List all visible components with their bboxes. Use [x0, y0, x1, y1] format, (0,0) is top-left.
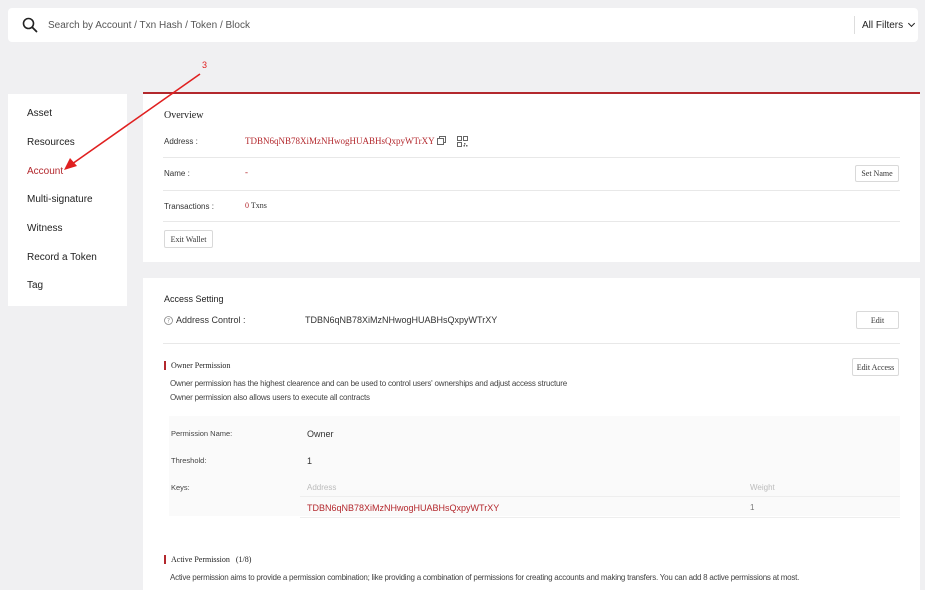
threshold-value: 1 [307, 456, 313, 466]
address-control-value: TDBN6qNB78XiMzNHwogHUABHsQxpyWTrXY [305, 315, 498, 325]
annotation-step-number: 3 [202, 60, 208, 70]
sidebar: Asset Resources Account Multi-signature … [8, 94, 127, 306]
threshold-label: Threshold: [171, 456, 207, 465]
sidebar-item-resources[interactable]: Resources [27, 137, 75, 148]
section-marker [164, 361, 166, 370]
sidebar-item-asset[interactable]: Asset [27, 108, 52, 119]
divider [163, 343, 900, 344]
chevron-down-icon [908, 19, 916, 28]
permission-name-label: Permission Name: [171, 429, 233, 438]
owner-permission-title: Owner Permission [171, 361, 231, 370]
txn-count: 0 [245, 201, 249, 210]
active-permission-label: Active Permission [171, 555, 230, 564]
accent-top-border [143, 92, 920, 94]
divider [300, 496, 900, 497]
address-label: Address : [164, 137, 198, 146]
copy-icon[interactable] [437, 136, 446, 145]
edit-button[interactable]: Edit [856, 311, 899, 329]
sidebar-item-tag[interactable]: Tag [27, 280, 43, 291]
sidebar-item-multi-signature[interactable]: Multi-signature [27, 194, 93, 205]
sidebar-item-witness[interactable]: Witness [27, 223, 63, 234]
keys-label: Keys: [171, 483, 190, 492]
active-permission-desc: Active permission aims to provide a perm… [170, 573, 800, 582]
address-value[interactable]: TDBN6qNB78XiMzNHwogHUABHsQxpyWTrXY [245, 136, 435, 146]
search-input[interactable] [48, 15, 828, 35]
transactions-label: Transactions : [164, 202, 214, 211]
search-bar: All Filters [8, 8, 918, 42]
overview-title: Overview [164, 110, 204, 121]
txn-unit: Txns [250, 201, 267, 210]
qr-code-icon[interactable] [457, 136, 468, 147]
name-label: Name : [164, 169, 190, 178]
all-filters-dropdown[interactable]: All Filters [862, 18, 916, 32]
search-icon[interactable] [22, 17, 38, 33]
sidebar-item-record-a-token[interactable]: Record a Token [27, 252, 97, 263]
divider [163, 221, 900, 222]
name-value: - [245, 167, 248, 177]
active-permission-title: Active Permission (1/8) [171, 555, 251, 564]
sidebar-item-account[interactable]: Account [27, 166, 63, 177]
help-icon[interactable]: ? [164, 316, 173, 325]
set-name-button[interactable]: Set Name [855, 165, 899, 182]
owner-permission-panel [169, 416, 900, 516]
key-address: TDBN6qNB78XiMzNHwogHUABHsQxpyWTrXY [307, 503, 500, 513]
transactions-value: 0 Txns [245, 201, 267, 210]
address-control-label: Address Control : [176, 315, 246, 325]
owner-permission-desc-1: Owner permission has the highest clearen… [170, 379, 567, 388]
all-filters-label: All Filters [862, 19, 904, 31]
keys-column-weight: Weight [750, 483, 775, 492]
overview-card [143, 94, 920, 262]
exit-wallet-button[interactable]: Exit Wallet [164, 230, 213, 248]
divider [300, 517, 900, 518]
key-weight: 1 [750, 503, 755, 512]
section-marker [164, 555, 166, 564]
divider [163, 157, 900, 158]
permission-name-value: Owner [307, 429, 334, 439]
keys-column-address: Address [307, 483, 337, 492]
active-permission-count: (1/8) [235, 555, 252, 564]
access-setting-title: Access Setting [164, 294, 224, 304]
owner-permission-desc-2: Owner permission also allows users to ex… [170, 393, 370, 402]
divider [163, 190, 900, 191]
edit-access-button[interactable]: Edit Access [852, 358, 899, 376]
svg-text:?: ? [167, 318, 170, 325]
filter-divider [854, 16, 855, 34]
